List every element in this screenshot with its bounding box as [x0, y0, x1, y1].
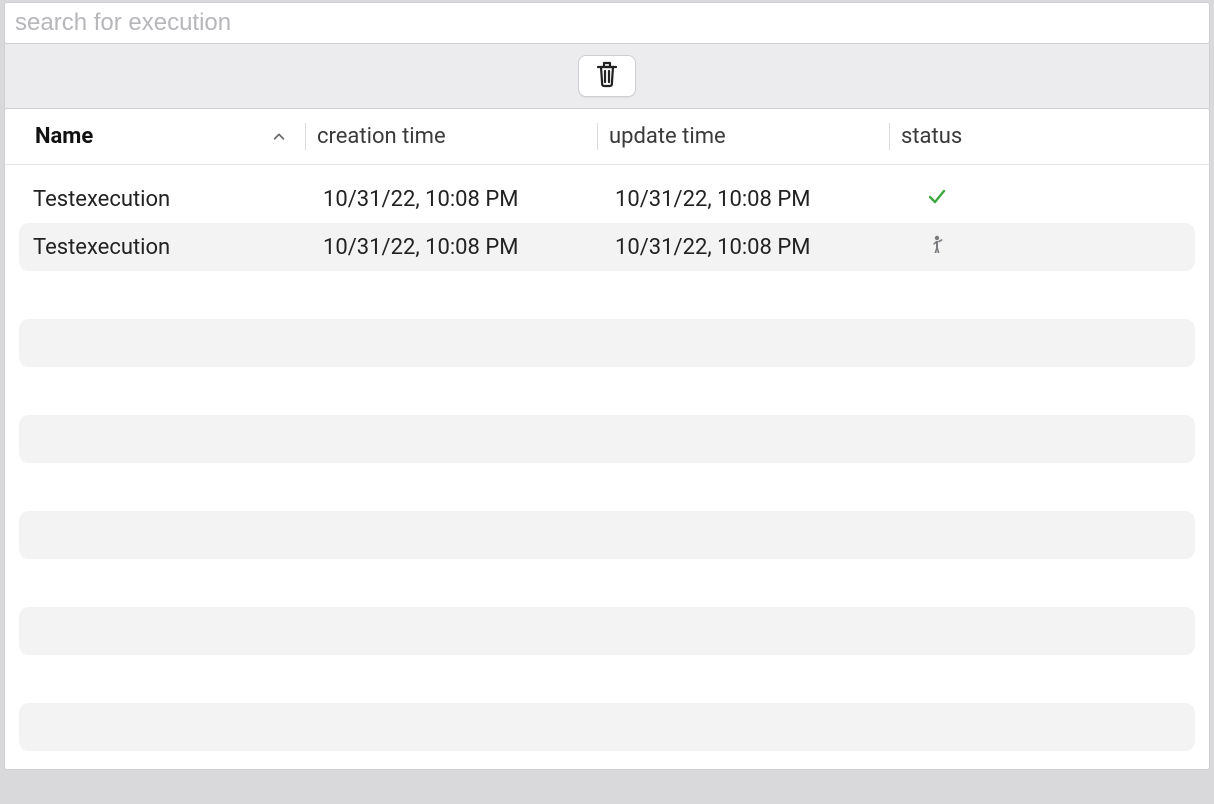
- delete-button[interactable]: [578, 55, 636, 97]
- table-body: Testexecution10/31/22, 10:08 PM10/31/22,…: [5, 165, 1209, 769]
- cell-creation-time: 10/31/22, 10:08 PM: [323, 187, 615, 212]
- column-label: update time: [609, 124, 726, 149]
- column-label: creation time: [317, 124, 446, 149]
- table-row[interactable]: Testexecution10/31/22, 10:08 PM10/31/22,…: [19, 175, 1195, 223]
- chevron-up-icon: [271, 129, 287, 145]
- cell-status: [907, 186, 1195, 212]
- column-header-status[interactable]: status: [889, 109, 1209, 164]
- trash-icon: [595, 60, 619, 92]
- column-label: status: [901, 124, 962, 149]
- person-icon: [927, 234, 947, 260]
- table-row-placeholder: [19, 703, 1195, 751]
- cell-update-time: 10/31/22, 10:08 PM: [615, 235, 907, 260]
- search-input[interactable]: [13, 8, 1201, 38]
- search-bar: [4, 2, 1210, 44]
- table-row-placeholder: [19, 415, 1195, 463]
- cell-update-time: 10/31/22, 10:08 PM: [615, 187, 907, 212]
- table-row-placeholder: [19, 607, 1195, 655]
- column-header-creation-time[interactable]: creation time: [305, 109, 597, 164]
- check-icon: [927, 186, 947, 212]
- table-row[interactable]: Testexecution10/31/22, 10:08 PM10/31/22,…: [19, 223, 1195, 271]
- cell-name: Testexecution: [33, 187, 323, 212]
- executions-table: Name creation time update time status Te…: [4, 108, 1210, 770]
- table-header: Name creation time update time status: [5, 109, 1209, 165]
- toolbar: [4, 44, 1210, 108]
- cell-creation-time: 10/31/22, 10:08 PM: [323, 235, 615, 260]
- column-header-name[interactable]: Name: [5, 109, 305, 164]
- column-header-update-time[interactable]: update time: [597, 109, 889, 164]
- table-row-placeholder: [19, 511, 1195, 559]
- table-row-placeholder: [19, 319, 1195, 367]
- executions-panel: Name creation time update time status Te…: [0, 0, 1214, 770]
- column-label: Name: [35, 124, 93, 149]
- cell-status: [907, 234, 1195, 260]
- cell-name: Testexecution: [33, 235, 323, 260]
